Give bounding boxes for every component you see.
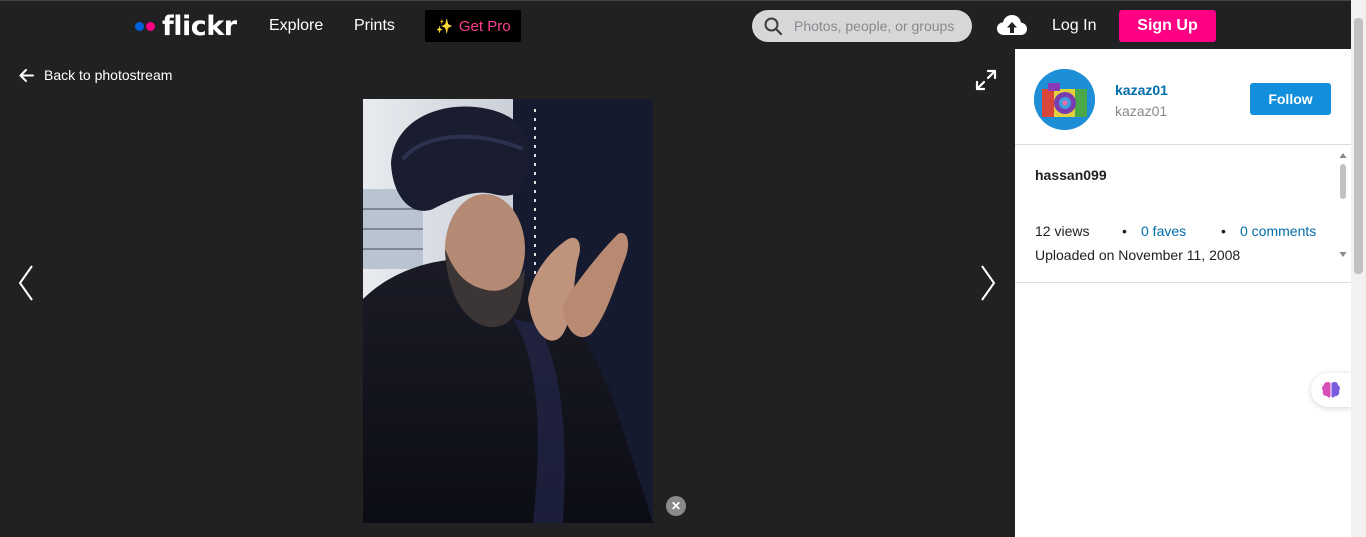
camera-avatar-icon (1034, 69, 1095, 130)
search-input[interactable] (794, 18, 964, 34)
search-icon (764, 17, 782, 35)
top-navigation-bar: flickr Explore Prints ✨ Get Pro Log In S… (0, 0, 1351, 49)
upload-cloud-icon[interactable] (996, 13, 1028, 37)
logo-pink-dot (146, 22, 155, 31)
upload-date: Uploaded on November 11, 2008 (1035, 247, 1241, 263)
search-box[interactable] (752, 10, 972, 42)
back-to-photostream-link[interactable]: Back to photostream (19, 67, 172, 83)
assistant-bubble[interactable] (1311, 373, 1351, 407)
get-pro-label: Get Pro (458, 17, 511, 35)
faves-link[interactable]: 0 faves (1141, 223, 1221, 239)
back-label: Back to photostream (44, 67, 173, 83)
stats-separator: • (1122, 223, 1127, 239)
details-scrollbar[interactable] (1337, 149, 1349, 261)
page-scroll-thumb[interactable] (1354, 18, 1363, 274)
brain-icon (1322, 381, 1340, 398)
get-pro-button[interactable]: ✨ Get Pro (425, 10, 521, 42)
chevron-left-icon[interactable] (16, 263, 36, 303)
nav-explore-link[interactable]: Explore (269, 17, 323, 35)
owner-section: kazaz01 kazaz01 Follow (1015, 49, 1351, 145)
photo-details-section: hassan099 12 views • 0 faves • 0 comment… (1015, 145, 1351, 283)
photo-info-panel: kazaz01 kazaz01 Follow hassan099 12 view… (1015, 49, 1351, 537)
views-count: 12 views (1035, 223, 1090, 239)
flickr-logo[interactable]: flickr (135, 11, 237, 42)
flickr-photo-page: flickr Explore Prints ✨ Get Pro Log In S… (0, 0, 1366, 537)
photo-stage: Back to photostream ✕ (0, 49, 1015, 537)
nav-prints-link[interactable]: Prints (354, 17, 395, 35)
follow-button[interactable]: Follow (1250, 83, 1331, 115)
sparkle-icon: ✨ (435, 17, 453, 34)
chevron-right-icon[interactable] (978, 263, 998, 303)
photo-image (363, 99, 653, 523)
owner-name-link[interactable]: kazaz01 (1115, 82, 1168, 98)
stats-separator: • (1221, 223, 1226, 239)
photo-stats: 12 views • 0 faves • 0 comments (1035, 223, 1316, 239)
arrow-left-icon (19, 68, 34, 82)
owner-username: kazaz01 (1115, 103, 1168, 119)
login-link[interactable]: Log In (1052, 17, 1096, 35)
logo-blue-dot (135, 22, 144, 31)
signup-button[interactable]: Sign Up (1119, 10, 1216, 42)
logo-wordmark: flickr (162, 11, 237, 42)
page-scrollbar[interactable] (1351, 0, 1366, 537)
main-photo[interactable] (363, 99, 653, 523)
owner-avatar[interactable] (1034, 69, 1095, 130)
close-icon[interactable]: ✕ (666, 496, 686, 516)
photo-title: hassan099 (1035, 167, 1107, 183)
comments-link[interactable]: 0 comments (1240, 223, 1316, 239)
expand-icon[interactable] (975, 69, 997, 91)
